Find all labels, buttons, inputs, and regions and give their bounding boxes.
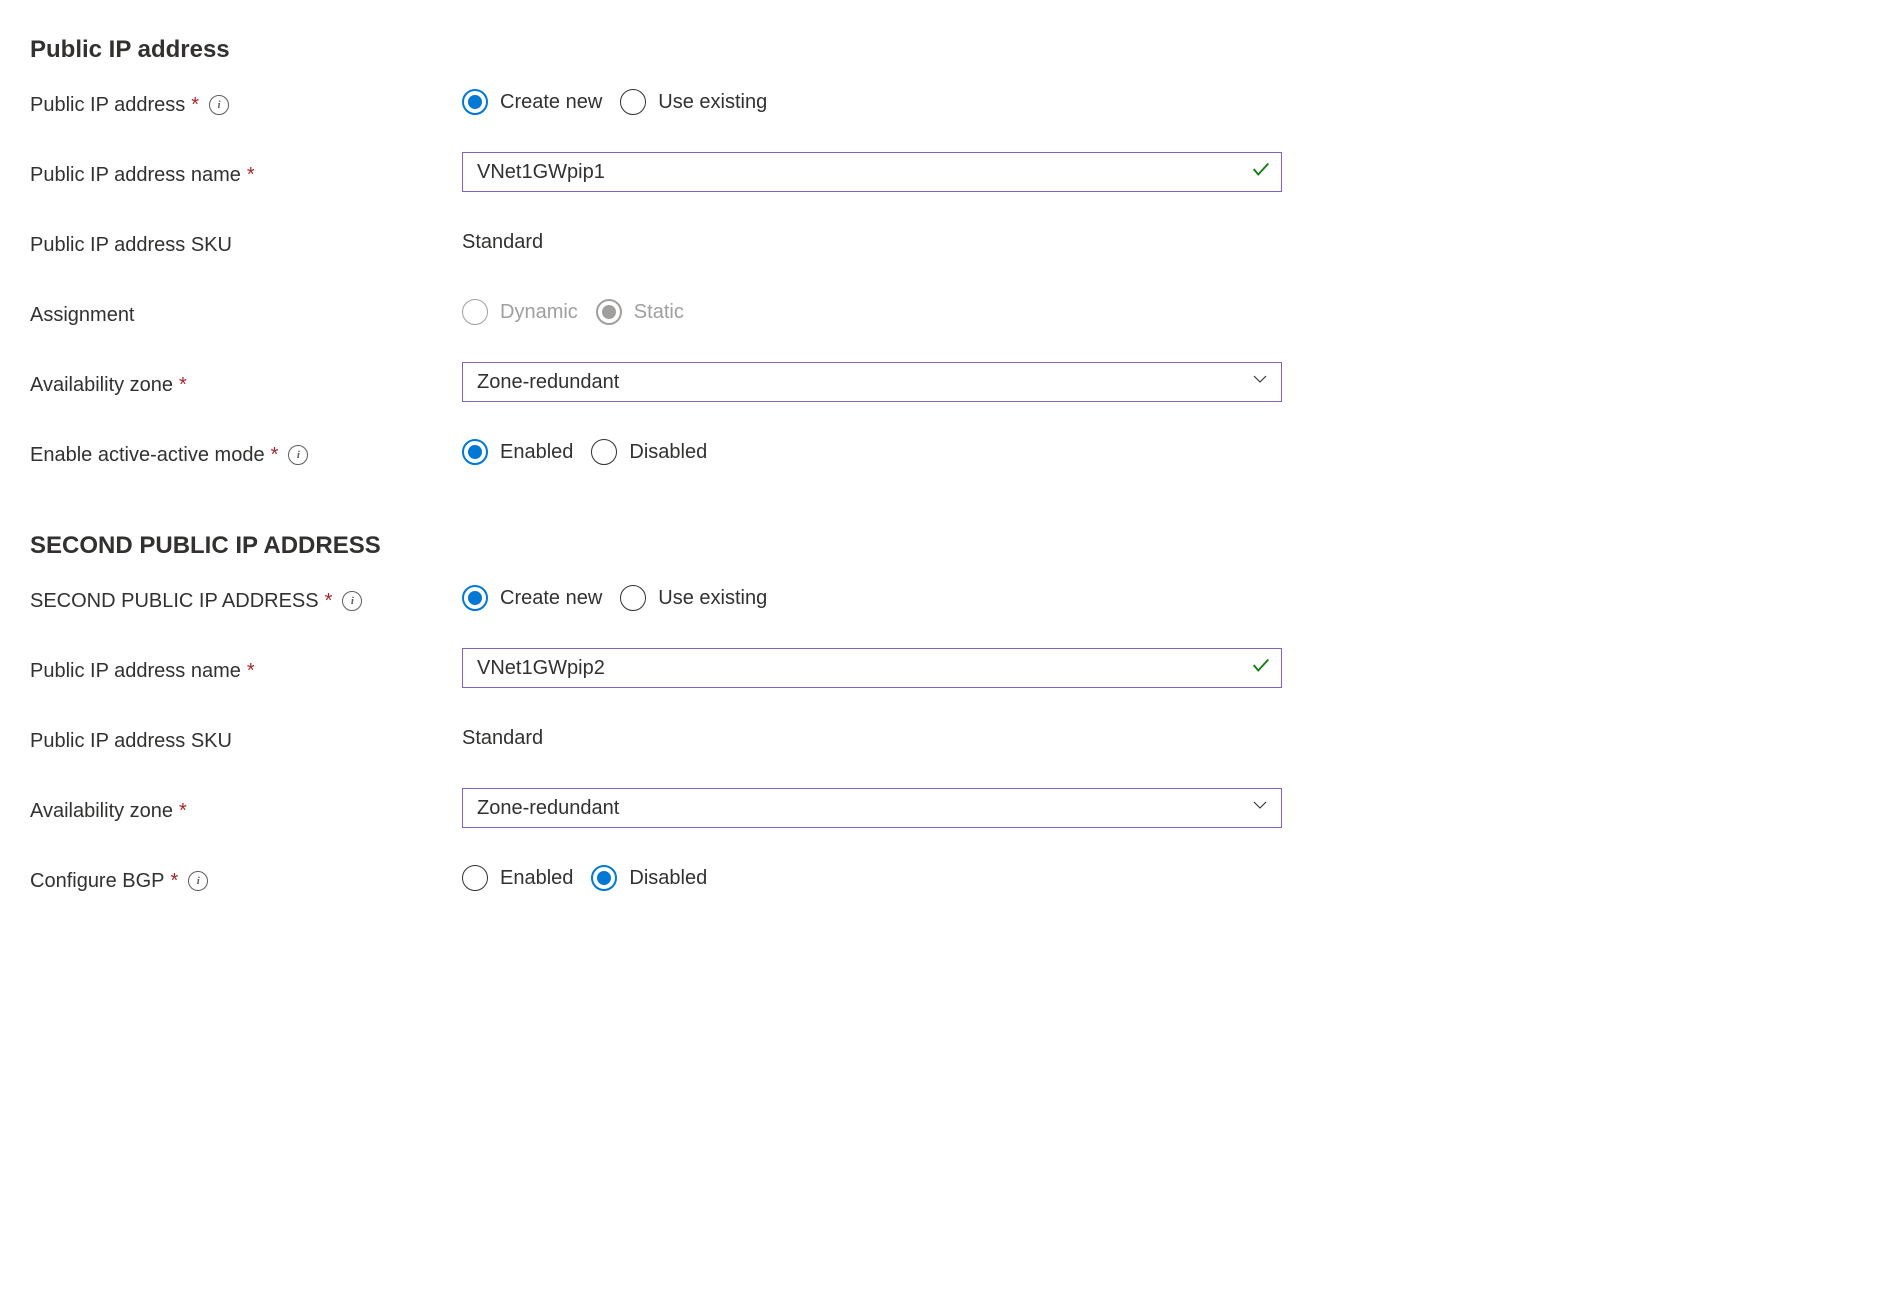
radio-aa-disabled[interactable]: Disabled — [591, 439, 707, 465]
label-text-public-ip-address: Public IP address — [30, 94, 185, 117]
row-availability-zone: Availability zone * Zone-redundant — [30, 362, 1869, 402]
label-public-ip-address: Public IP address * i — [30, 88, 462, 117]
input-wrap-public-ip-name — [462, 152, 1282, 192]
row-public-ip-address: Public IP address * i Create new Use exi… — [30, 82, 1869, 122]
label-second-public-ip-sku: Public IP address SKU — [30, 724, 462, 753]
chevron-down-icon — [1251, 796, 1269, 820]
row-active-active: Enable active-active mode * i Enabled Di… — [30, 432, 1869, 472]
radio-label-enabled: Enabled — [500, 867, 573, 890]
row-second-availability-zone: Availability zone * Zone-redundant — [30, 788, 1869, 828]
radio-label-use-existing: Use existing — [658, 587, 767, 610]
radio-circle-icon — [591, 865, 617, 891]
radio-label-static: Static — [634, 301, 684, 324]
label-text-active-active: Enable active-active mode — [30, 444, 265, 467]
label-text-second-public-ip-sku: Public IP address SKU — [30, 730, 232, 753]
required-indicator: * — [325, 590, 333, 613]
radio-use-existing[interactable]: Use existing — [620, 89, 767, 115]
required-indicator: * — [171, 870, 179, 893]
radio-group-public-ip: Create new Use existing — [462, 89, 767, 115]
radio-group-assignment: Dynamic Static — [462, 299, 684, 325]
row-second-public-ip-address: SECOND PUBLIC IP ADDRESS * i Create new … — [30, 578, 1869, 618]
radio-create-new[interactable]: Create new — [462, 89, 602, 115]
info-icon[interactable]: i — [342, 591, 362, 611]
row-second-public-ip-name: Public IP address name * — [30, 648, 1869, 688]
label-second-public-ip-name: Public IP address name * — [30, 654, 462, 683]
radio-circle-icon — [596, 299, 622, 325]
radio-bgp-disabled[interactable]: Disabled — [591, 865, 707, 891]
label-active-active: Enable active-active mode * i — [30, 438, 462, 467]
row-public-ip-name: Public IP address name * — [30, 152, 1869, 192]
radio-static: Static — [596, 299, 684, 325]
info-icon[interactable]: i — [288, 445, 308, 465]
radio-dynamic: Dynamic — [462, 299, 578, 325]
row-public-ip-sku: Public IP address SKU Standard — [30, 222, 1869, 262]
label-text-second-availability-zone: Availability zone — [30, 800, 173, 823]
required-indicator: * — [179, 800, 187, 823]
label-public-ip-sku: Public IP address SKU — [30, 228, 462, 257]
label-second-public-ip-address: SECOND PUBLIC IP ADDRESS * i — [30, 584, 462, 613]
value-second-public-ip-sku: Standard — [462, 727, 543, 750]
checkmark-icon — [1250, 654, 1272, 682]
radio-circle-icon — [462, 299, 488, 325]
radio-circle-icon — [462, 439, 488, 465]
label-text-public-ip-sku: Public IP address SKU — [30, 234, 232, 257]
radio-use-existing-2[interactable]: Use existing — [620, 585, 767, 611]
info-icon[interactable]: i — [188, 871, 208, 891]
radio-circle-icon — [620, 585, 646, 611]
required-indicator: * — [271, 444, 279, 467]
radio-label-enabled: Enabled — [500, 441, 573, 464]
label-availability-zone: Availability zone * — [30, 368, 462, 397]
select-availability-zone[interactable]: Zone-redundant — [462, 362, 1282, 402]
label-text-second-public-ip-name: Public IP address name — [30, 660, 241, 683]
label-text-configure-bgp: Configure BGP — [30, 870, 165, 893]
select-value-second-availability-zone: Zone-redundant — [477, 797, 619, 820]
radio-group-active-active: Enabled Disabled — [462, 439, 707, 465]
row-assignment: Assignment Dynamic Static — [30, 292, 1869, 332]
label-text-assignment: Assignment — [30, 304, 135, 327]
required-indicator: * — [179, 374, 187, 397]
radio-circle-icon — [591, 439, 617, 465]
select-second-availability-zone[interactable]: Zone-redundant — [462, 788, 1282, 828]
input-second-public-ip-name[interactable] — [462, 648, 1282, 688]
row-configure-bgp: Configure BGP * i Enabled Disabled — [30, 858, 1869, 898]
select-value-availability-zone: Zone-redundant — [477, 371, 619, 394]
row-second-public-ip-sku: Public IP address SKU Standard — [30, 718, 1869, 758]
required-indicator: * — [247, 660, 255, 683]
radio-label-disabled: Disabled — [629, 441, 707, 464]
radio-label-dynamic: Dynamic — [500, 301, 578, 324]
label-configure-bgp: Configure BGP * i — [30, 864, 462, 893]
chevron-down-icon — [1251, 370, 1269, 394]
section-heading-public-ip: Public IP address — [30, 36, 1869, 64]
radio-label-create-new: Create new — [500, 91, 602, 114]
checkmark-icon — [1250, 158, 1272, 186]
radio-aa-enabled[interactable]: Enabled — [462, 439, 573, 465]
radio-label-disabled: Disabled — [629, 867, 707, 890]
radio-circle-icon — [462, 585, 488, 611]
radio-label-create-new: Create new — [500, 587, 602, 610]
label-text-second-public-ip-address: SECOND PUBLIC IP ADDRESS — [30, 590, 319, 613]
label-assignment: Assignment — [30, 298, 462, 327]
radio-bgp-enabled[interactable]: Enabled — [462, 865, 573, 891]
section-heading-second-public-ip: SECOND PUBLIC IP ADDRESS — [30, 532, 1869, 560]
radio-label-use-existing: Use existing — [658, 91, 767, 114]
radio-group-second-public-ip: Create new Use existing — [462, 585, 767, 611]
label-text-public-ip-name: Public IP address name — [30, 164, 241, 187]
label-public-ip-name: Public IP address name * — [30, 158, 462, 187]
radio-group-configure-bgp: Enabled Disabled — [462, 865, 707, 891]
info-icon[interactable]: i — [209, 95, 229, 115]
required-indicator: * — [191, 94, 199, 117]
input-wrap-second-public-ip-name — [462, 648, 1282, 688]
radio-circle-icon — [620, 89, 646, 115]
radio-circle-icon — [462, 89, 488, 115]
radio-create-new-2[interactable]: Create new — [462, 585, 602, 611]
value-public-ip-sku: Standard — [462, 231, 543, 254]
radio-circle-icon — [462, 865, 488, 891]
input-public-ip-name[interactable] — [462, 152, 1282, 192]
label-second-availability-zone: Availability zone * — [30, 794, 462, 823]
label-text-availability-zone: Availability zone — [30, 374, 173, 397]
required-indicator: * — [247, 164, 255, 187]
